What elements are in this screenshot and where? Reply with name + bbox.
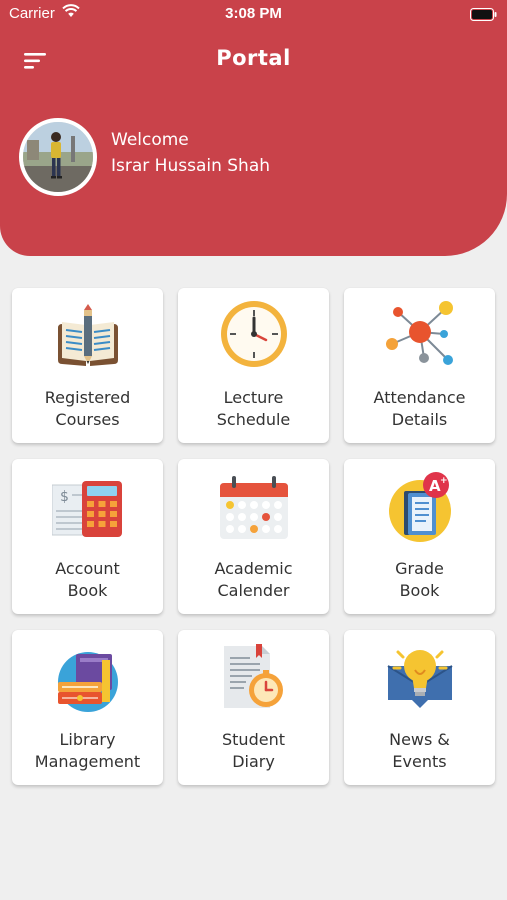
tile-news-events[interactable]: News & Events	[344, 630, 495, 785]
calendar-icon	[218, 471, 290, 543]
battery-icon	[470, 7, 497, 25]
grade-book-icon: A +	[384, 471, 456, 543]
tile-lecture-schedule[interactable]: Lecture Schedule	[178, 288, 329, 443]
tile-registered-courses[interactable]: Registered Courses	[12, 288, 163, 443]
header-banner: Carrier 3:08 PM Portal Welcome Israr Hus…	[0, 0, 507, 256]
tile-academic-calender[interactable]: Academic Calender	[178, 459, 329, 614]
tile-label: Library Management	[34, 730, 141, 771]
tile-label: News & Events	[389, 730, 450, 771]
tile-label: Lecture Schedule	[216, 388, 291, 429]
tile-label: Grade Book	[395, 559, 444, 600]
tile-attendance-details[interactable]: Attendance Details	[344, 288, 495, 443]
tile-student-diary[interactable]: Student Diary	[178, 630, 329, 785]
tile-library-management[interactable]: Library Management	[12, 630, 163, 785]
status-bar: Carrier 3:08 PM	[0, 0, 507, 28]
diary-icon	[218, 642, 290, 714]
tile-grade-book[interactable]: A + Grade Book	[344, 459, 495, 614]
page-title: Portal	[216, 46, 291, 70]
lightbulb-icon	[384, 642, 456, 714]
clock-time: 3:08 PM	[225, 5, 282, 22]
clock-icon	[218, 300, 290, 372]
user-name: Israr Hussain Shah	[111, 156, 271, 176]
library-books-icon	[52, 642, 124, 714]
svg-text:+: +	[440, 476, 448, 486]
tile-label: Account Book	[55, 559, 120, 600]
tile-account-book[interactable]: $ Account Book	[12, 459, 163, 614]
network-nodes-icon	[384, 300, 456, 372]
svg-text:$: $	[60, 489, 69, 505]
profile-photo	[23, 122, 93, 192]
tile-label: Academic Calender	[214, 559, 293, 600]
welcome-text: Welcome	[111, 130, 189, 150]
tile-label: Student Diary	[222, 730, 285, 771]
calculator-icon: $	[51, 471, 124, 543]
tile-label: Registered Courses	[44, 388, 131, 429]
avatar[interactable]	[19, 118, 97, 196]
tile-label: Attendance Details	[373, 388, 466, 429]
book-pencil-icon	[52, 300, 124, 372]
